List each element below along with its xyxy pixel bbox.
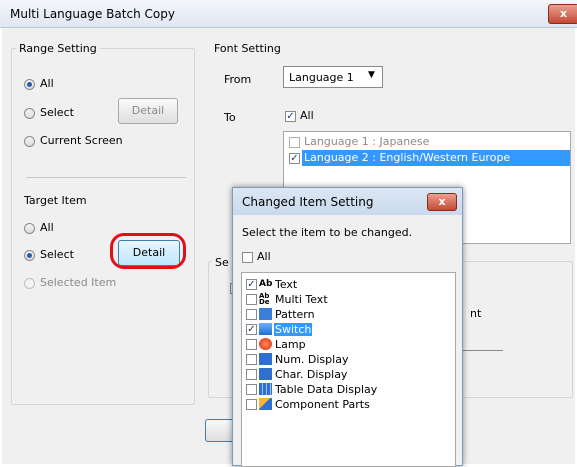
item-checkbox-text[interactable]: ✓ xyxy=(246,279,257,290)
item-checkbox-multi-text[interactable] xyxy=(246,294,257,305)
to-all-label: All xyxy=(300,109,314,122)
list-item[interactable]: Num. Display xyxy=(275,353,348,366)
item-checkbox-pattern[interactable] xyxy=(246,309,257,320)
table-data-display-icon xyxy=(259,383,272,395)
dialog-instruction: Select the item to be changed. xyxy=(242,226,413,239)
char-display-icon xyxy=(259,368,272,380)
current-screen-radio[interactable] xyxy=(24,136,35,147)
behind-line-fragment xyxy=(463,350,503,351)
target-select-label: Select xyxy=(40,248,74,261)
language-1-label: Language 1 : Japanese xyxy=(304,135,430,148)
from-label: From xyxy=(224,73,252,86)
title-bar: Multi Language Batch Copy x xyxy=(0,0,577,28)
num-display-icon xyxy=(259,353,272,365)
language-2-checkbox[interactable]: ✓ xyxy=(289,153,300,164)
pattern-icon xyxy=(259,308,272,320)
dialog-title-bar: Changed Item Setting x xyxy=(233,188,462,215)
item-checkbox-lamp[interactable] xyxy=(246,339,257,350)
item-checkbox-num-display[interactable] xyxy=(246,354,257,365)
dialog-all-checkbox[interactable] xyxy=(242,252,253,263)
to-label: To xyxy=(224,111,236,124)
list-item[interactable]: Table Data Display xyxy=(275,383,377,396)
changed-item-dialog: Changed Item Setting x Select the item t… xyxy=(232,187,463,467)
dialog-close-button[interactable]: x xyxy=(427,193,457,211)
item-checkbox-table-data-display[interactable] xyxy=(246,384,257,395)
list-item[interactable]: Switch xyxy=(274,323,313,336)
behind-group-label: Se xyxy=(212,256,232,269)
item-list: ✓ Ab Text Ab De Multi Text Pattern ✓ Swit… xyxy=(241,272,456,467)
multi-text-icon: Ab De xyxy=(259,292,270,306)
text-icon: Ab xyxy=(259,279,273,289)
range-all-label: All xyxy=(40,77,54,90)
selected-item-label: Selected Item xyxy=(40,276,117,289)
chevron-down-icon: ▼ xyxy=(368,70,375,80)
list-item[interactable]: Lamp xyxy=(275,338,306,351)
list-item[interactable]: Component Parts xyxy=(275,398,370,411)
to-all-checkbox[interactable]: ✓ xyxy=(285,111,296,122)
annotation-highlight xyxy=(110,233,186,269)
list-item[interactable]: Pattern xyxy=(275,308,315,321)
component-parts-icon xyxy=(259,398,272,410)
window-title: Multi Language Batch Copy xyxy=(10,7,175,21)
behind-text-fragment: nt xyxy=(470,307,482,320)
language-2-label: Language 2 : English/Western Europe xyxy=(304,151,511,164)
dialog-all-label: All xyxy=(257,250,271,263)
selected-item-radio[interactable] xyxy=(24,278,35,289)
from-select[interactable]: Language 1 ▼ xyxy=(283,66,383,88)
list-item[interactable]: Text xyxy=(275,278,297,291)
target-item-label: Target Item xyxy=(24,194,87,207)
language-1-checkbox[interactable] xyxy=(289,137,300,148)
item-checkbox-component-parts[interactable] xyxy=(246,399,257,410)
target-all-radio[interactable] xyxy=(24,223,35,234)
target-all-label: All xyxy=(40,221,54,234)
separator-line xyxy=(26,177,186,178)
switch-icon xyxy=(259,323,272,335)
range-detail-button[interactable]: Detail xyxy=(118,98,178,124)
current-screen-label: Current Screen xyxy=(40,134,123,147)
item-checkbox-char-display[interactable] xyxy=(246,369,257,380)
close-button[interactable]: x xyxy=(548,4,577,24)
lamp-icon xyxy=(259,338,272,350)
range-setting-label: Range Setting xyxy=(16,42,100,55)
target-select-radio[interactable] xyxy=(24,250,35,261)
list-item[interactable]: Char. Display xyxy=(275,368,347,381)
range-all-radio[interactable] xyxy=(24,79,35,90)
font-setting-label: Font Setting xyxy=(214,42,281,55)
item-checkbox-switch[interactable]: ✓ xyxy=(246,324,257,335)
dialog-title: Changed Item Setting xyxy=(242,195,374,209)
range-select-radio[interactable] xyxy=(24,108,35,119)
list-item[interactable]: Multi Text xyxy=(275,293,328,306)
from-select-value: Language 1 xyxy=(289,71,354,84)
range-select-label: Select xyxy=(40,106,74,119)
